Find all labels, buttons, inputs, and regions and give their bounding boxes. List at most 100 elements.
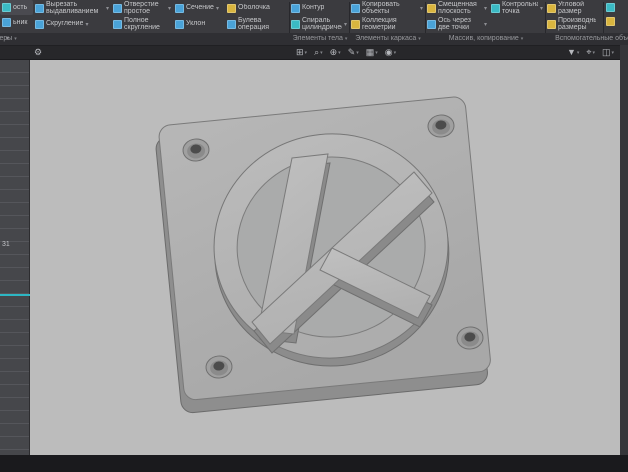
angular-dimension-button[interactable]: Угловой размер ▾ — [545, 1, 603, 16]
chevron-down-icon: ▾ — [375, 50, 378, 56]
full-fillet-button[interactable]: Полное скругление ▾ — [111, 17, 173, 32]
offset-plane-button[interactable]: Смещенная плоскость ▾ — [425, 1, 489, 16]
chevron-down-icon: ▾ — [611, 50, 614, 56]
body-elements-group[interactable]: Элементы тела ▾ — [293, 35, 348, 42]
display-mode-button[interactable]: ◫ ▾ — [602, 46, 614, 59]
quick-toolbar-right: ▼ ▾ ⌖ ▾ ◫ ▾ — [567, 46, 614, 59]
grid-icon: ⊞ — [296, 46, 304, 59]
layers-button[interactable]: ▦ ▾ — [366, 46, 378, 59]
auxiliary-objects-group[interactable]: Вспомогательные объекты ▾ — [555, 35, 628, 42]
ribbon: ость ьник Вырезать выдавливанием ▾ — [0, 0, 628, 33]
select-button[interactable]: ⊕ ▾ — [330, 46, 341, 59]
cut-extrude-button[interactable]: Вырезать выдавливанием ▾ — [33, 1, 111, 16]
geometry-collection-icon — [351, 20, 360, 29]
quick-toolbar-center: ⊞ ▾ ⌕ ▾ ⊕ ▾ ✎ ▾ ▦ — [296, 46, 396, 59]
parameter-value: 31 — [2, 241, 10, 248]
quick-toolbar-left: ⚙ ▾ — [34, 46, 46, 59]
control-point-button[interactable]: Контрольная точка ▾ — [489, 1, 545, 16]
display-mode-icon: ◫ — [602, 46, 611, 59]
axis-two-points-icon — [427, 20, 436, 29]
clipped-tool-right-2[interactable] — [606, 17, 615, 26]
angular-dimension-icon — [547, 4, 556, 13]
contour-icon — [291, 4, 300, 13]
simple-hole-button[interactable]: Отверстие простое ▾ — [111, 1, 173, 16]
chevron-down-icon: ▾ — [85, 21, 88, 28]
fillet-icon — [35, 20, 44, 29]
draft-button[interactable]: Уклон ▾ — [173, 17, 225, 32]
clipped-tool-icon — [2, 3, 11, 12]
copy-objects-button[interactable]: Копировать объекты ▾ — [349, 1, 425, 16]
snap-target-icon: ⌖ — [586, 46, 591, 59]
chevron-down-icon: ▾ — [320, 50, 323, 56]
full-fillet-icon — [113, 20, 122, 29]
clipped-tool-icon — [2, 18, 11, 27]
section-icon — [175, 4, 184, 13]
app-window: ость ьник Вырезать выдавливанием ▾ — [0, 0, 628, 472]
control-point-icon — [491, 4, 500, 13]
array-copy-group[interactable]: Массив, копирование ▾ — [449, 35, 524, 42]
chevron-down-icon: ▾ — [484, 5, 487, 12]
ribbon-buttons: Вырезать выдавливанием ▾ Отверстие прост… — [33, 0, 628, 33]
draft-icon — [175, 20, 184, 29]
chevron-down-icon: ▾ — [577, 50, 580, 56]
geometry-collection-button[interactable]: Коллекция геометрии ▾ — [349, 17, 425, 32]
section-button[interactable]: Сечение ▾ — [173, 1, 225, 16]
clipped-tool-right-1[interactable] — [606, 3, 615, 12]
ribbon-clipped-column: ость ьник — [0, 0, 33, 33]
cylindrical-spiral-button[interactable]: Спираль цилиндрическ... ▾ — [289, 17, 349, 32]
clipped-tool-a[interactable]: ость — [0, 0, 33, 15]
ribbon-group-labels: ▾ Элементы тела ▾ Элементы каркаса ▾ Мас… — [0, 33, 628, 45]
eye-icon: ◉ — [385, 46, 393, 59]
derived-dimensions-icon — [547, 20, 556, 29]
snap-button[interactable]: ⌖ ▾ — [586, 46, 595, 59]
cut-extrude-icon — [35, 4, 44, 13]
magnifier-icon: ⌕ — [314, 46, 319, 59]
chevron-down-icon: ▾ — [106, 5, 109, 12]
clipped-tool-b[interactable]: ьник — [0, 15, 33, 30]
chevron-down-icon: ▾ — [344, 21, 347, 28]
chevron-down-icon: ▾ — [418, 36, 421, 42]
gear-icon: ⚙ — [34, 46, 42, 59]
viewport[interactable] — [30, 60, 620, 455]
chevron-down-icon: ▾ — [521, 36, 524, 42]
ribbon-row-1: Вырезать выдавливанием ▾ Отверстие прост… — [33, 0, 628, 16]
zoom-button[interactable]: ⌕ ▾ — [314, 46, 323, 59]
chevron-down-icon: ▾ — [345, 36, 348, 42]
offset-plane-icon — [427, 4, 436, 13]
ribbon-clipped-right — [606, 3, 615, 26]
layers-icon: ▦ — [366, 46, 375, 59]
copy-objects-icon — [351, 4, 360, 13]
status-bar — [0, 455, 628, 472]
chevron-down-icon: ▾ — [356, 50, 359, 56]
chevron-down-icon: ▾ — [592, 50, 595, 56]
axis-two-points-button[interactable]: Ось через две точки ▾ — [425, 17, 489, 32]
chevron-down-icon: ▾ — [484, 21, 487, 28]
filter-button[interactable]: ▼ ▾ — [567, 46, 579, 59]
shell-icon — [227, 4, 236, 13]
visibility-button[interactable]: ◉ ▾ — [385, 46, 396, 59]
simple-hole-icon — [113, 4, 122, 13]
chevron-down-icon: ▾ — [168, 5, 171, 12]
sketch-button[interactable]: ✎ ▾ — [348, 46, 359, 59]
chevron-down-icon: ▾ — [394, 50, 397, 56]
chevron-down-icon: ▾ — [216, 5, 219, 12]
dimensions-group[interactable]: Размеры ▾ — [0, 35, 17, 42]
right-panel-edge[interactable] — [620, 45, 628, 455]
frame-elements-group[interactable]: Элементы каркаса ▾ — [355, 35, 421, 42]
quick-toolbar: ⚙ ▾ ⊞ ▾ ⌕ ▾ ⊕ ▾ — [0, 45, 628, 60]
fillet-button[interactable]: Скругление ▾ — [33, 17, 111, 32]
cylindrical-spiral-icon — [291, 20, 300, 29]
contour-button[interactable]: Контур ▾ — [289, 1, 349, 16]
grid-button[interactable]: ⊞ ▾ — [296, 46, 307, 59]
chevron-down-icon: ▾ — [420, 5, 423, 12]
shell-button[interactable]: Оболочка ▾ — [225, 1, 289, 16]
derived-dimensions-button[interactable]: Производные размеры ▾ — [545, 17, 603, 32]
crosshair-icon: ⊕ — [330, 46, 338, 59]
boolean-button[interactable]: Булева операция ▾ — [225, 17, 289, 32]
funnel-icon: ▼ — [567, 46, 576, 59]
settings-button[interactable]: ⚙ ▾ — [34, 46, 46, 59]
parameters-panel-strip[interactable]: 31 — [0, 60, 30, 455]
model-canvas[interactable] — [30, 60, 620, 455]
selection-indicator — [0, 294, 30, 296]
chevron-down-icon: ▾ — [338, 50, 341, 56]
